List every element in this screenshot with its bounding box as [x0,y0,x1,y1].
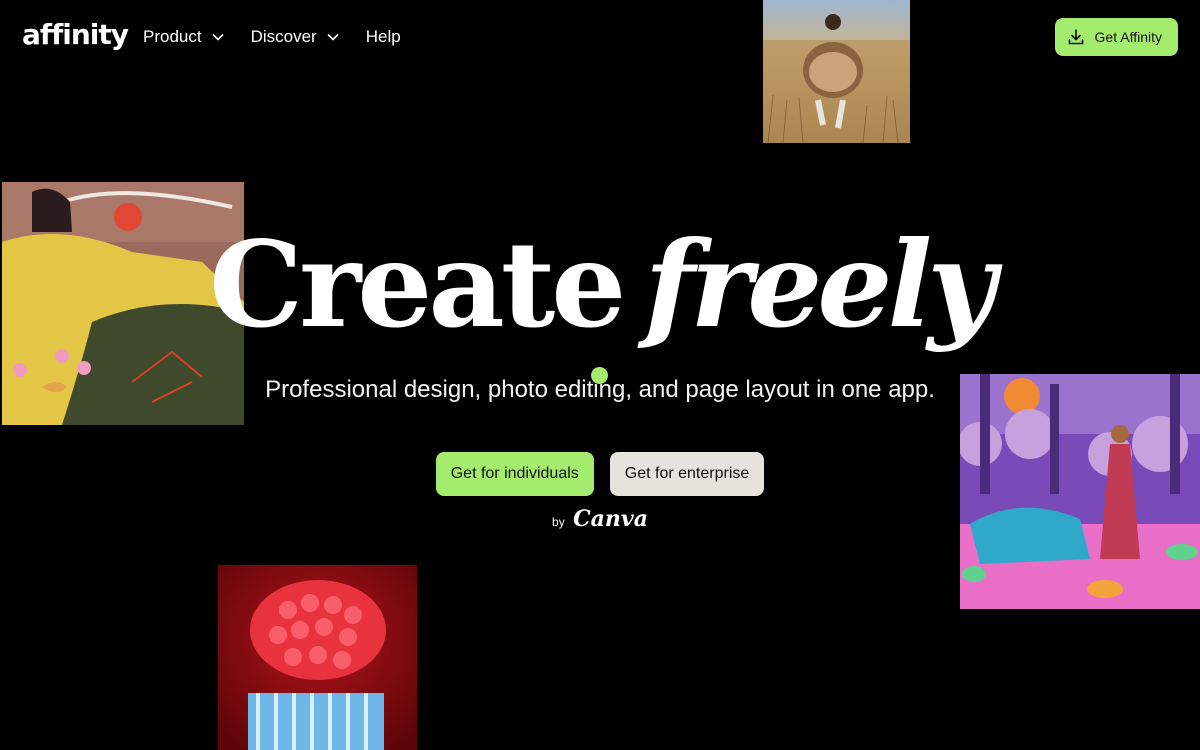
hero-cta-row: Get for individuals Get for enterprise [0,452,1200,496]
fashion-photo-image [763,0,910,143]
hero-title: Create freely [0,220,1200,351]
get-for-enterprise-button[interactable]: Get for enterprise [609,452,765,496]
affinity-logo[interactable]: affinity [22,18,129,51]
nav-product-label: Product [143,27,202,46]
raspberry-photo-image [218,565,417,750]
canva-logo[interactable]: Canva [573,506,648,532]
get-affinity-label: Get Affinity [1094,29,1162,45]
nav-discover-label: Discover [250,27,317,46]
chevron-down-icon [212,33,224,41]
nav-help-label: Help [365,27,401,46]
nav-product[interactable]: Product [143,27,224,47]
get-affinity-button[interactable]: Get Affinity [1054,18,1178,56]
by-canva: by Canva [0,506,1200,532]
by-label: by [552,515,565,529]
cursor-dot [591,367,608,384]
main-nav: Product Discover Help [143,27,401,47]
nav-discover[interactable]: Discover [251,27,339,47]
hero-title-freely: freely [644,215,995,354]
get-for-individuals-button[interactable]: Get for individuals [435,452,594,496]
download-icon [1068,29,1083,45]
nav-help[interactable]: Help [366,27,401,47]
hero-title-create: Create [209,215,626,354]
chevron-down-icon [327,33,339,41]
